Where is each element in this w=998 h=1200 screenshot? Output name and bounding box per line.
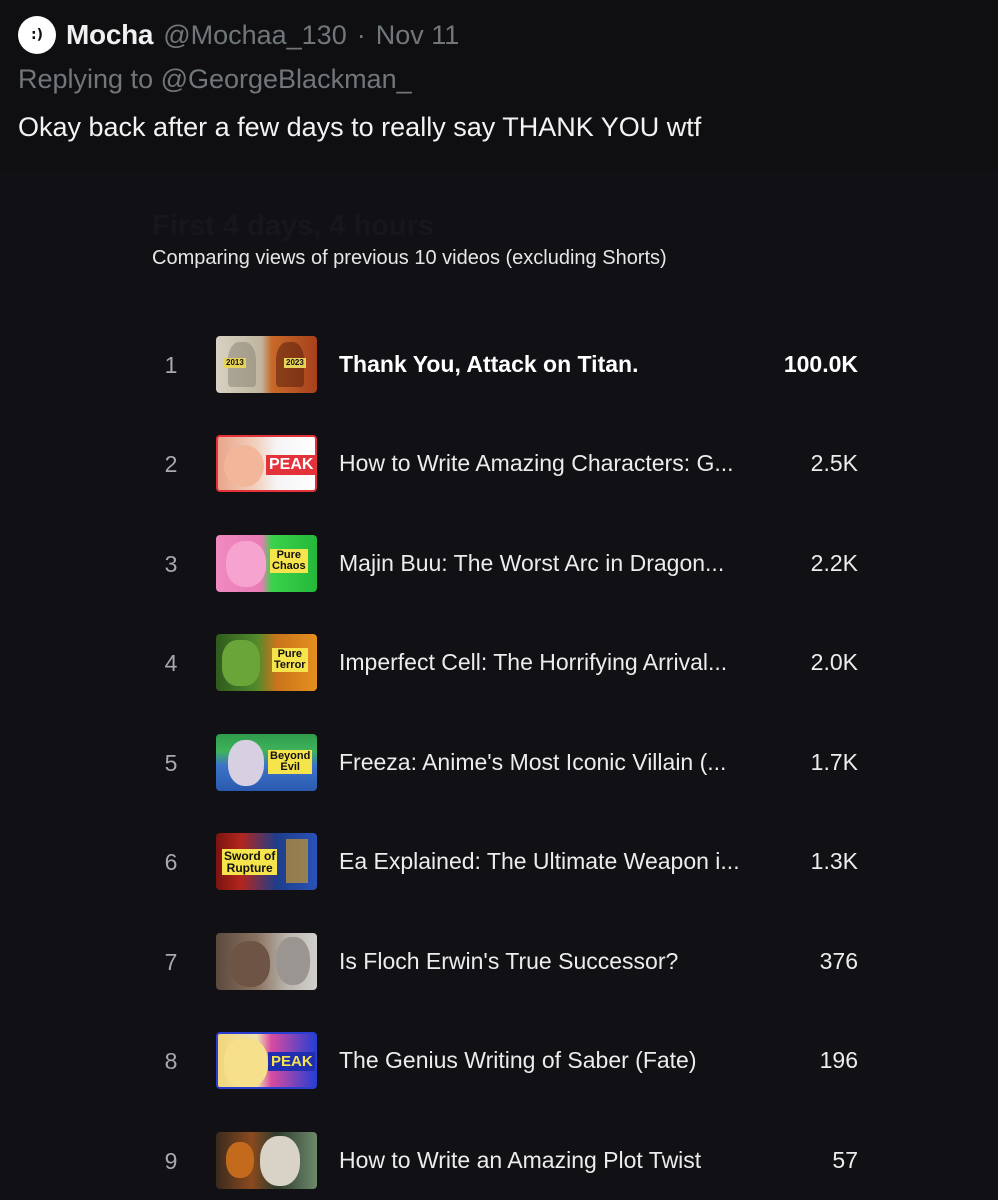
video-title[interactable]: Ea Explained: The Ultimate Weapon i... — [339, 848, 779, 875]
tweet-text: Okay back after a few days to really say… — [18, 112, 702, 142]
avatar[interactable]: :) — [18, 16, 56, 54]
imperfect-cell-thumbnail: Pure Terror — [216, 634, 317, 691]
video-title[interactable]: Majin Buu: The Worst Arc in Dragon... — [339, 550, 779, 577]
characters-thumbnail: PEAK — [216, 435, 317, 492]
video-views: 57 — [832, 1147, 858, 1173]
thumbnail-tag: PEAK — [268, 1052, 315, 1071]
saber-thumbnail: PEAK — [216, 1032, 317, 1089]
video-rank: 4 — [164, 650, 178, 676]
video-views: 2.0K — [810, 649, 858, 675]
video-title[interactable]: How to Write Amazing Characters: G... — [339, 450, 779, 477]
video-row[interactable]: 5 Beyond Evil Freeza: Anime's Most Iconic… — [0, 734, 998, 794]
video-title[interactable]: Is Floch Erwin's True Successor? — [339, 948, 779, 975]
video-views: 1.7K — [810, 749, 858, 775]
embedded-analytics-image[interactable]: First 4 days, 4 hours Comparing views of… — [0, 170, 998, 1200]
video-views: 376 — [819, 948, 858, 974]
video-rank: 9 — [164, 1148, 178, 1174]
user-handle[interactable]: @Mochaa_130 — [163, 20, 347, 51]
thumbnail-tag: Sword of Rupture — [222, 849, 278, 875]
embed-title: First 4 days, 4 hours — [152, 210, 435, 242]
video-title[interactable]: How to Write an Amazing Plot Twist — [339, 1147, 779, 1174]
video-views: 196 — [819, 1047, 858, 1073]
video-row[interactable]: 8 PEAK The Genius Writing of Saber (Fate… — [0, 1032, 998, 1092]
video-row[interactable]: 9 How to Write an Amazing Plot Twist 57 — [0, 1132, 998, 1192]
video-views: 2.5K — [810, 450, 858, 476]
video-views: 1.3K — [810, 848, 858, 874]
video-title[interactable]: Thank You, Attack on Titan. — [339, 351, 779, 378]
plot-twist-thumbnail — [216, 1132, 317, 1189]
freeza-thumbnail: Beyond Evil — [216, 734, 317, 791]
video-rank: 5 — [164, 750, 178, 776]
separator-dot: · — [356, 19, 366, 50]
replying-to[interactable]: Replying to @GeorgeBlackman_ — [18, 64, 412, 95]
video-title[interactable]: Freeza: Anime's Most Iconic Villain (... — [339, 749, 779, 776]
thumbnail-tag: PEAK — [266, 455, 315, 475]
attack-on-titan-thumbnail: 2013 2023 — [216, 336, 317, 393]
video-rank: 8 — [164, 1048, 178, 1074]
video-row[interactable]: 7 Is Floch Erwin's True Successor? 376 — [0, 933, 998, 993]
embed-subtitle: Comparing views of previous 10 videos (e… — [152, 247, 667, 269]
video-rank: 6 — [164, 849, 178, 875]
majin-buu-thumbnail: Pure Chaos — [216, 535, 317, 592]
thumbnail-tag: 2013 — [224, 358, 246, 368]
thumbnail-tag: Pure Chaos — [270, 549, 308, 573]
floch-thumbnail — [216, 933, 317, 990]
video-title[interactable]: The Genius Writing of Saber (Fate) — [339, 1047, 779, 1074]
ea-thumbnail: Sword of Rupture — [216, 833, 317, 890]
video-rank: 2 — [164, 451, 178, 477]
video-row[interactable]: 3 Pure Chaos Majin Buu: The Worst Arc in … — [0, 535, 998, 595]
video-rank: 3 — [164, 551, 178, 577]
video-rank: 7 — [164, 949, 178, 975]
thumbnail-tag: Beyond Evil — [268, 750, 313, 774]
video-title[interactable]: Imperfect Cell: The Horrifying Arrival..… — [339, 649, 779, 676]
tweet-date[interactable]: Nov 11 — [376, 20, 460, 51]
tweet-header: :) Mocha @Mochaa_130 · Nov 11 — [18, 14, 459, 56]
video-row[interactable]: 2 PEAK How to Write Amazing Characters: … — [0, 435, 998, 495]
video-row[interactable]: 1 2013 2023 Thank You, Attack on Titan. … — [0, 336, 998, 396]
video-rank: 1 — [164, 352, 178, 378]
video-views: 2.2K — [810, 550, 858, 576]
display-name[interactable]: Mocha — [66, 19, 153, 51]
thumbnail-tag: Pure Terror — [272, 648, 308, 672]
video-views: 100.0K — [783, 351, 858, 377]
video-row[interactable]: 4 Pure Terror Imperfect Cell: The Horrify… — [0, 634, 998, 694]
video-row[interactable]: 6 Sword of Rupture Ea Explained: The Ulti… — [0, 833, 998, 893]
thumbnail-tag: 2023 — [284, 358, 306, 368]
